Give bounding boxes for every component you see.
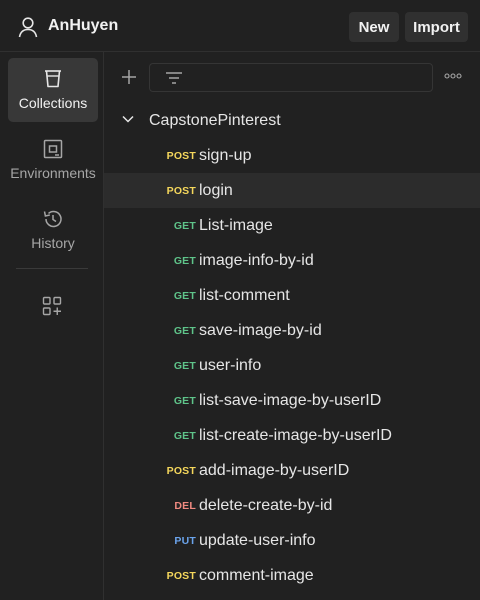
request-item[interactable]: GET list-save-image-by-userID [104, 383, 480, 418]
request-item[interactable]: POST login [104, 173, 480, 208]
http-method-badge: GET [173, 430, 196, 442]
workspace-name[interactable]: AnHuyen [48, 17, 118, 35]
request-item[interactable]: DEL delete-create-by-id [104, 488, 480, 523]
request-name: list-save-image-by-userID [199, 392, 382, 409]
chevron-down-icon[interactable] [122, 115, 134, 123]
collection-row[interactable]: CapstonePinterest [104, 103, 480, 138]
sidebar-item-label: Collections [18, 95, 88, 111]
request-item[interactable]: GET list-comment [104, 278, 480, 313]
request-name: delete-create-by-id [199, 497, 333, 514]
filter-input[interactable] [149, 63, 433, 92]
new-button[interactable]: New [349, 12, 399, 42]
request-name: comment-image [199, 567, 314, 584]
http-method-badge: GET [173, 325, 196, 337]
request-item[interactable]: PUT update-user-info [104, 523, 480, 558]
import-button[interactable]: Import [405, 12, 468, 42]
http-method-badge: POST [166, 185, 196, 197]
filter-icon [166, 72, 182, 84]
request-name: image-info-by-id [199, 252, 314, 269]
request-item[interactable]: GET list-create-image-by-userID [104, 418, 480, 453]
http-method-badge: POST [166, 150, 196, 162]
request-name: user-info [199, 357, 262, 374]
http-method-badge: DEL [174, 500, 196, 512]
sidebar-item-collections[interactable]: Collections [8, 58, 98, 122]
collection-name: CapstonePinterest [149, 112, 281, 129]
sidebar-item-environments[interactable]: Environments [8, 128, 98, 192]
sidebar-divider [16, 268, 88, 269]
http-method-badge: PUT [174, 535, 196, 547]
request-item[interactable]: GET user-info [104, 348, 480, 383]
collections-toolbar [104, 52, 480, 102]
request-item[interactable]: POST sign-up [104, 138, 480, 173]
http-method-badge: POST [166, 465, 196, 477]
configure-workbench-icon[interactable] [42, 296, 62, 316]
http-method-badge: GET [173, 395, 196, 407]
request-name: list-create-image-by-userID [199, 427, 392, 444]
request-name: list-comment [199, 287, 290, 304]
sidebar-item-history[interactable]: History [8, 198, 98, 262]
http-method-badge: GET [173, 360, 196, 372]
sidebar-item-label: Environments [10, 165, 96, 181]
request-item[interactable]: GET image-info-by-id [104, 243, 480, 278]
history-icon [43, 210, 62, 228]
http-method-badge: POST [166, 570, 196, 582]
plus-icon[interactable] [121, 69, 137, 85]
request-name: save-image-by-id [199, 322, 322, 339]
http-method-badge: GET [173, 290, 196, 302]
user-icon [18, 17, 38, 38]
sidebar: Collections Environments History [0, 52, 104, 600]
request-item[interactable]: GET save-image-by-id [104, 313, 480, 348]
request-name: login [199, 182, 233, 199]
workspace-header: AnHuyen New Import [0, 0, 480, 52]
request-name: add-image-by-userID [199, 462, 350, 479]
request-item[interactable]: POST add-image-by-userID [104, 453, 480, 488]
request-name: sign-up [199, 147, 252, 164]
request-item[interactable]: GET List-image [104, 208, 480, 243]
http-method-badge: GET [173, 255, 196, 267]
request-item[interactable]: POST comment-image [104, 558, 480, 593]
environment-icon [43, 139, 63, 159]
request-name: List-image [199, 217, 273, 234]
more-horizontal-icon[interactable] [444, 73, 462, 79]
sidebar-item-label: History [31, 235, 75, 251]
http-method-badge: GET [173, 220, 196, 232]
trash-bin-icon [45, 70, 61, 88]
request-name: update-user-info [199, 532, 316, 549]
